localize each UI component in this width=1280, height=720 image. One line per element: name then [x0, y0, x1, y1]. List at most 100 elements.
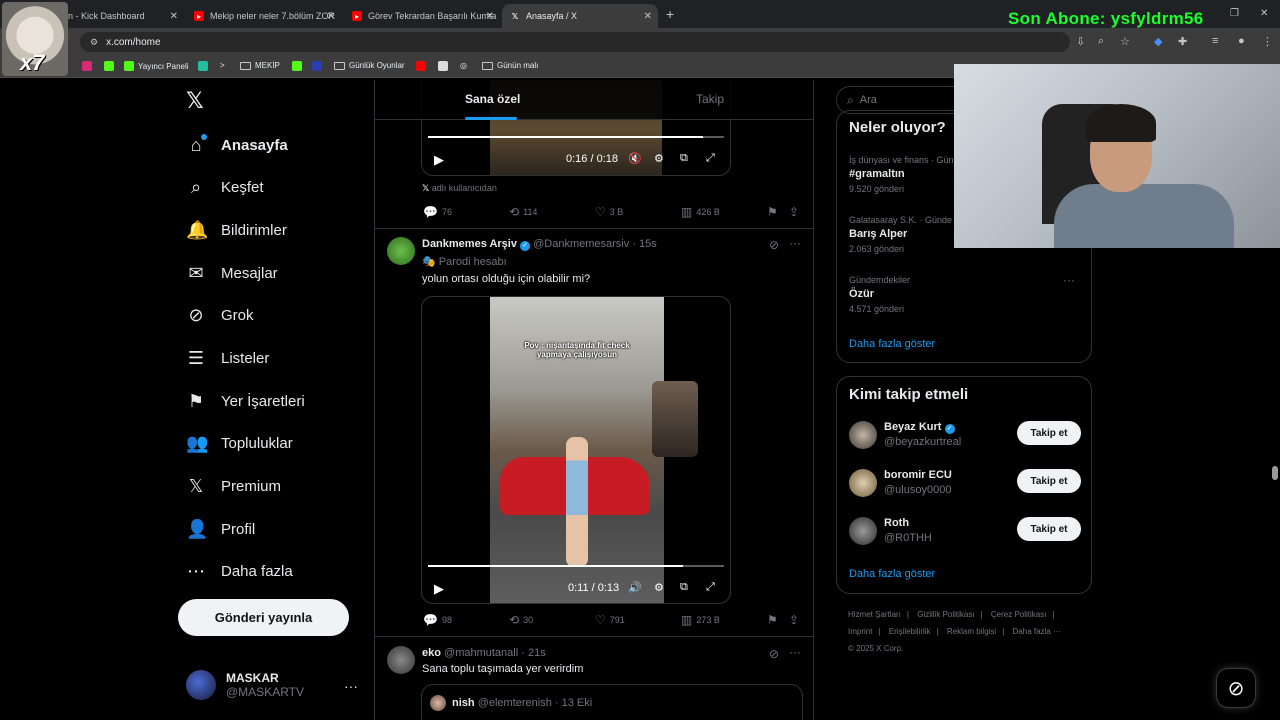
trends-show-more[interactable]: Daha fazla göster: [849, 338, 935, 350]
bookmark-yayinci-paneli[interactable]: Yayıncı Paneli: [124, 61, 189, 71]
post-video[interactable]: Pov : nişantaşında fit check yapmaya çal…: [421, 296, 731, 604]
video-progress-bar[interactable]: [428, 565, 724, 567]
post-author-name[interactable]: eko: [422, 647, 441, 659]
more-icon[interactable]: ···: [344, 678, 358, 694]
close-icon[interactable]: ✕: [486, 11, 494, 22]
share-icon[interactable]: ⇪: [789, 613, 799, 627]
volume-icon[interactable]: 🔊: [628, 581, 642, 594]
bookmark-mekip[interactable]: MEKİP: [240, 61, 280, 70]
x-logo-icon[interactable]: 𝕏: [186, 88, 204, 114]
trend-item[interactable]: Gündemdekiler Özür 4.571 gönderi ···: [849, 273, 1079, 314]
nav-item-home[interactable]: ⌂ Anasayfa: [186, 130, 288, 160]
bookmark-kick-2[interactable]: [292, 61, 302, 71]
post-author-name[interactable]: Dankmemes Arşiv: [422, 238, 517, 250]
follow-button[interactable]: Takip et: [1017, 517, 1081, 541]
play-icon[interactable]: ▶: [434, 152, 444, 168]
tab-for-you[interactable]: Sana özel: [465, 92, 520, 106]
restore-window-icon[interactable]: ❐: [1230, 8, 1239, 19]
browser-tab-youtube-2[interactable]: ▸ Görev Tekrardan Başarılı Kumta ✕: [344, 4, 500, 28]
nav-item-bell[interactable]: 🔔 Bildirimler: [186, 215, 287, 245]
close-icon[interactable]: ✕: [170, 11, 178, 22]
share-icon[interactable]: ⇪: [789, 205, 799, 219]
nav-item-x[interactable]: 𝕏 Premium: [186, 471, 281, 501]
mute-icon[interactable]: 🔇: [628, 152, 642, 165]
bookmark-site[interactable]: [198, 61, 208, 71]
follow-suggestion[interactable]: Roth @R0THH Takip et: [849, 517, 1081, 549]
browser-tab-youtube-1[interactable]: ▸ Mekip neler neler 7.bölüm ZOR ✕: [186, 4, 341, 28]
new-tab-icon[interactable]: +: [666, 6, 674, 22]
nav-item-people[interactable]: 👥 Topluluklar: [186, 428, 293, 458]
bookmark-arrow[interactable]: >: [220, 61, 225, 70]
fullscreen-icon[interactable]: ⤢: [706, 581, 715, 594]
footer-ads-info[interactable]: Reklam bilgisi: [947, 627, 996, 636]
install-icon[interactable]: ⇩: [1076, 35, 1085, 48]
browser-tab-x[interactable]: 𝕏 Anasayfa / X ✕: [502, 4, 658, 28]
site-info-icon[interactable]: ⚙: [90, 37, 98, 48]
footer-more[interactable]: Daha fazla ···: [1013, 627, 1061, 636]
grok-icon[interactable]: ⊘: [769, 647, 779, 661]
nav-item-list[interactable]: ☰ Listeler: [186, 343, 269, 373]
nav-item-search[interactable]: ⌕ Keşfet: [186, 172, 264, 202]
views-button[interactable]: ▥ 273 B: [681, 613, 720, 627]
close-window-icon[interactable]: ✕: [1260, 8, 1268, 19]
grok-floating-button[interactable]: ⊘: [1216, 668, 1256, 708]
bookmark-instagram[interactable]: [82, 61, 92, 71]
scrollbar-thumb[interactable]: [1272, 466, 1278, 480]
close-icon[interactable]: ✕: [644, 11, 652, 22]
like-button[interactable]: ♡ 3 B: [595, 205, 623, 219]
settings-icon[interactable]: ⚙: [654, 152, 664, 165]
nav-item-mail[interactable]: ✉ Mesajlar: [186, 258, 277, 288]
repost-button[interactable]: ⟲ 114: [509, 205, 537, 219]
video-progress-bar[interactable]: [428, 136, 724, 138]
post-author-handle[interactable]: @Dankmemesarsiv: [533, 238, 629, 250]
bookmark-youtube[interactable]: [416, 61, 426, 71]
footer-terms[interactable]: Hizmet Şartları: [848, 610, 901, 619]
avatar[interactable]: [387, 646, 415, 674]
nav-item-more-circle[interactable]: ⋯ Daha fazla: [186, 556, 293, 586]
extension-icon[interactable]: ◆: [1154, 35, 1162, 48]
who-show-more[interactable]: Daha fazla göster: [849, 568, 935, 580]
footer-imprint[interactable]: Imprint: [848, 627, 872, 636]
menu-icon[interactable]: ⋮: [1262, 35, 1273, 48]
bookmark-site-2[interactable]: [312, 61, 322, 71]
nav-item-person[interactable]: 👤 Profil: [186, 514, 255, 544]
post-time[interactable]: 21s: [528, 647, 546, 659]
follow-button[interactable]: Takip et: [1017, 421, 1081, 445]
quoted-post[interactable]: nish @elemterenish · 13 Eki: [421, 684, 803, 720]
profile-icon[interactable]: ●: [1238, 35, 1245, 47]
grok-icon[interactable]: ⊘: [769, 238, 779, 252]
more-icon[interactable]: ···: [1063, 273, 1075, 287]
bookmark-gunluk-oyunlar[interactable]: Günlük Oyunlar: [334, 61, 405, 70]
views-button[interactable]: ▥ 426 B: [681, 205, 720, 219]
bookmark-icon[interactable]: ⚑: [767, 613, 778, 627]
follow-suggestion[interactable]: boromir ECU @ulusoy0000 Takip et: [849, 469, 1081, 501]
star-icon[interactable]: ☆: [1120, 35, 1130, 48]
follow-button[interactable]: Takip et: [1017, 469, 1081, 493]
play-icon[interactable]: ▶: [434, 581, 444, 597]
repost-button[interactable]: ⟲ 30: [509, 613, 533, 627]
fullscreen-icon[interactable]: ⤢: [706, 152, 715, 165]
footer-privacy[interactable]: Gizlilik Politikası: [917, 610, 974, 619]
post-time[interactable]: 15s: [639, 238, 657, 250]
pip-icon[interactable]: ⧉: [680, 581, 688, 594]
bookmark-kick[interactable]: [104, 61, 114, 71]
puzzle-icon[interactable]: ✚: [1178, 35, 1187, 48]
follow-suggestion[interactable]: Beyaz Kurt ✓ @beyazkurtreal Takip et: [849, 421, 1081, 453]
more-icon[interactable]: ···: [789, 236, 801, 250]
bookmark-gunun-mali[interactable]: Günün malı: [482, 61, 538, 70]
account-switcher[interactable]: MASKAR @MASKARTV: [186, 670, 304, 700]
post-author-handle[interactable]: @mahmutanall: [444, 647, 518, 659]
like-button[interactable]: ♡ 791: [595, 613, 625, 627]
tab-following[interactable]: Takip: [696, 92, 724, 106]
reply-button[interactable]: 💬 76: [423, 205, 452, 219]
nav-item-bookmark[interactable]: ⚑ Yer İşaretleri: [186, 386, 305, 416]
bookmark-site-3[interactable]: [438, 61, 448, 71]
avatar[interactable]: [387, 237, 415, 265]
browser-tab-kick[interactable]: n - Kick Dashboard ✕: [60, 4, 184, 28]
more-icon[interactable]: ···: [789, 645, 801, 659]
address-bar[interactable]: ⚙ x.com/home: [80, 32, 1070, 52]
footer-accessibility[interactable]: Erişilebilirlik: [889, 627, 931, 636]
nav-item-grok[interactable]: ⊘ Grok: [186, 300, 253, 330]
reading-list-icon[interactable]: ≡: [1212, 35, 1218, 47]
bookmark-icon[interactable]: ⚑: [767, 205, 778, 219]
